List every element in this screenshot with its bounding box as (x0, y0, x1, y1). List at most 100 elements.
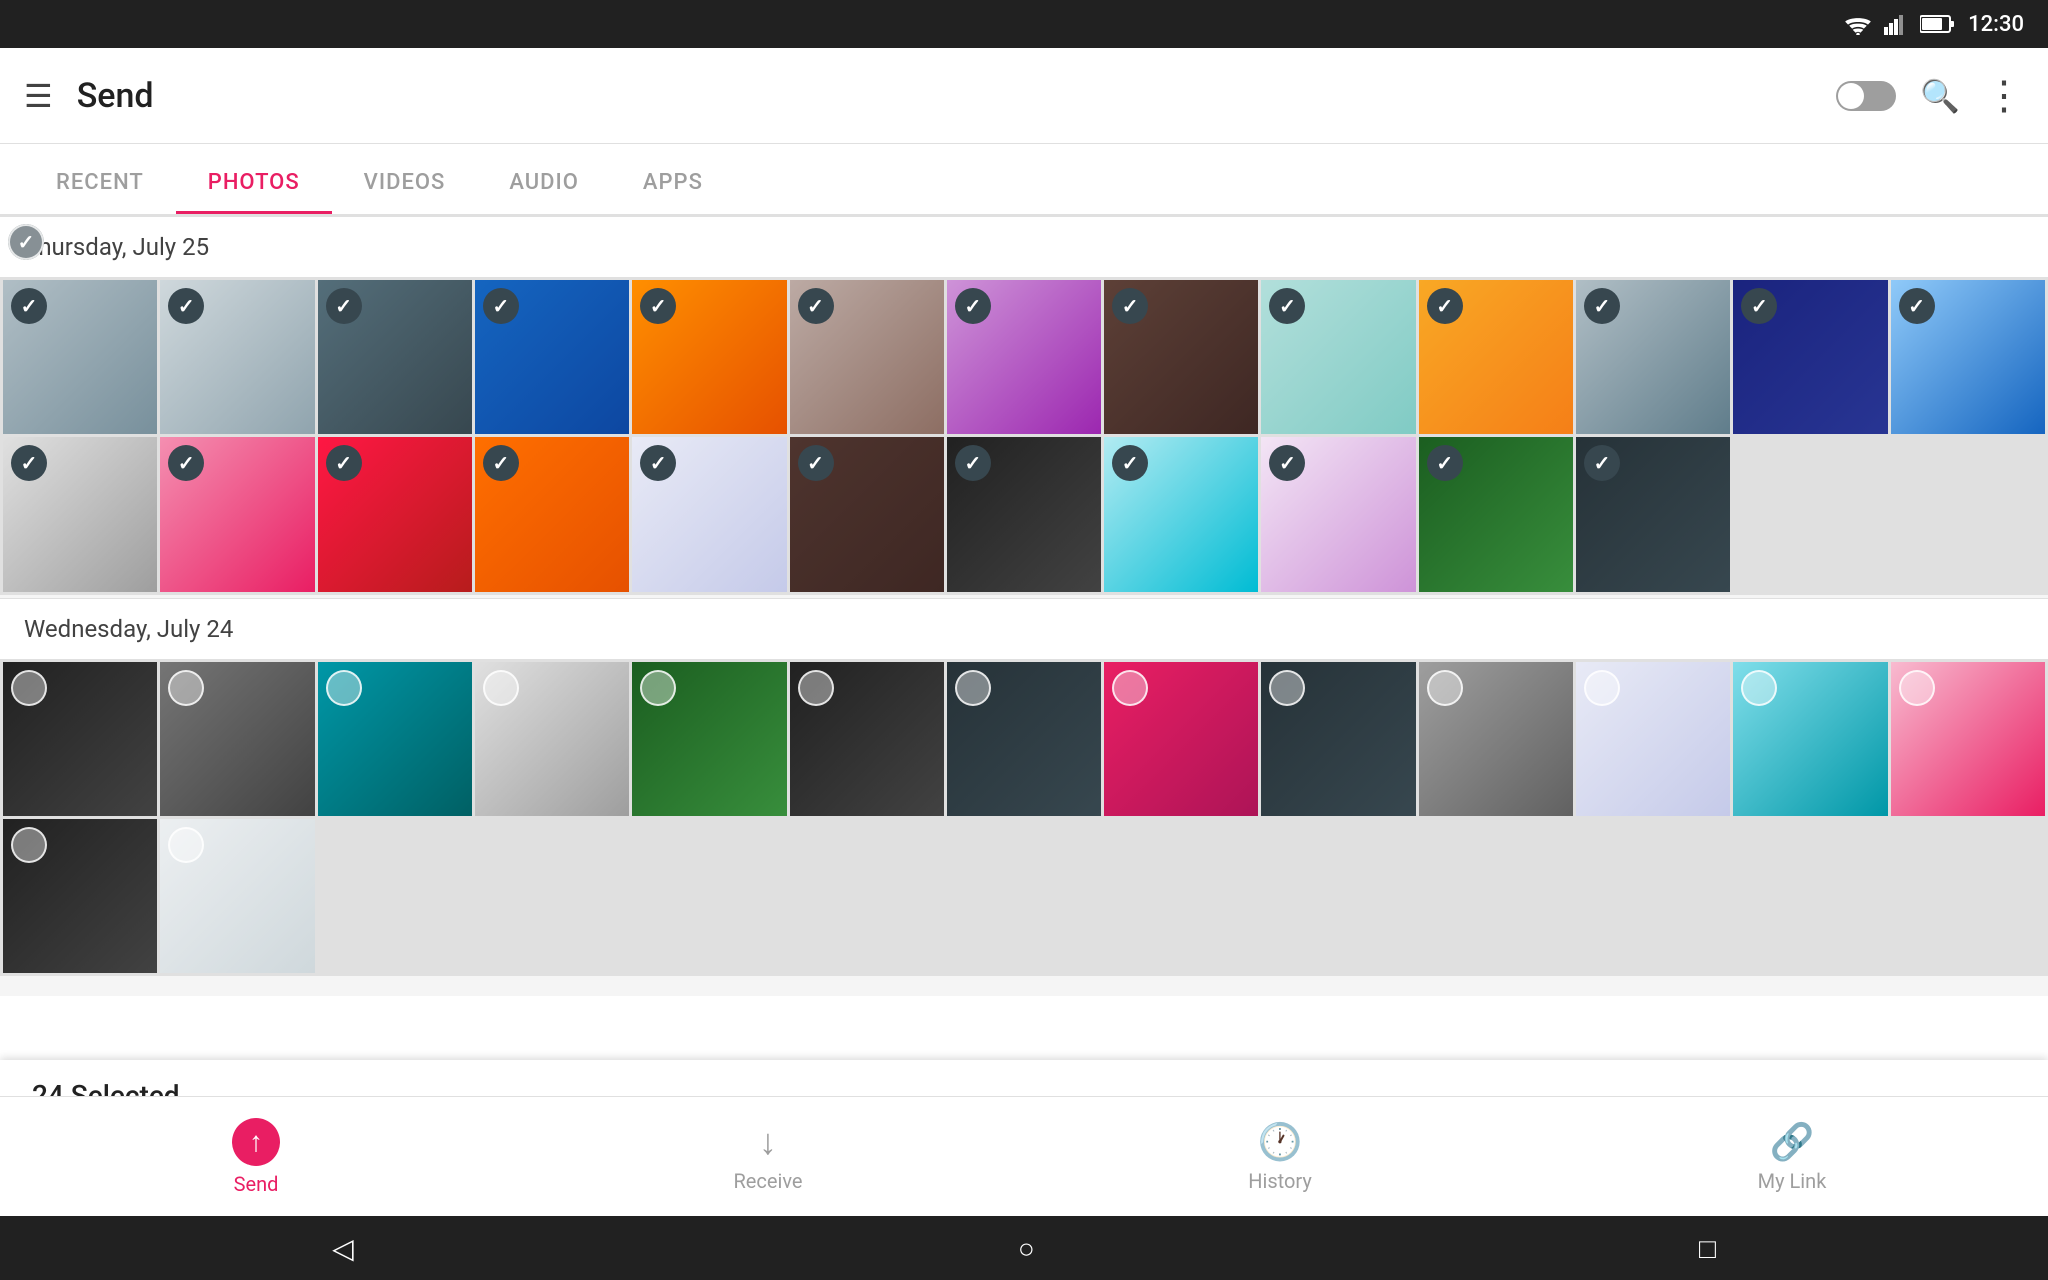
recent-button[interactable]: □ (1699, 1232, 1716, 1265)
photo-checkbox[interactable] (1112, 288, 1148, 324)
photo-checkbox[interactable] (1427, 445, 1463, 481)
photo-cell[interactable] (1261, 437, 1415, 591)
toggle-icon[interactable] (1836, 81, 1896, 111)
tab-recent[interactable]: RECENT (24, 170, 176, 214)
wednesday-header: Wednesday, July 24 (0, 598, 2048, 659)
photo-cell[interactable] (632, 280, 786, 434)
menu-button[interactable]: ☰ (24, 77, 53, 115)
tab-audio[interactable]: AUDIO (477, 170, 611, 214)
photo-cell[interactable] (318, 280, 472, 434)
photo-checkbox[interactable] (483, 670, 519, 706)
photo-checkbox[interactable] (798, 288, 834, 324)
photo-cell[interactable] (1261, 662, 1415, 816)
photo-cell[interactable] (1891, 662, 2045, 816)
photo-cell[interactable] (160, 437, 314, 591)
nav-send[interactable]: ↑ Send (0, 1118, 512, 1196)
photo-checkbox[interactable] (11, 288, 47, 324)
photo-checkbox[interactable] (11, 670, 47, 706)
photo-checkbox[interactable] (326, 288, 362, 324)
app-title: Send (77, 76, 1812, 116)
photo-checkbox[interactable] (1112, 670, 1148, 706)
photo-checkbox[interactable] (483, 288, 519, 324)
photo-checkbox[interactable] (11, 827, 47, 863)
photo-checkbox[interactable] (1899, 670, 1935, 706)
status-icons: 12:30 (1844, 12, 2024, 37)
photo-cell[interactable] (475, 280, 629, 434)
tab-apps[interactable]: APPS (611, 170, 735, 214)
thursday-grid (0, 277, 2048, 595)
photo-cell[interactable] (1419, 662, 1573, 816)
photo-cell[interactable] (160, 819, 314, 973)
photo-checkbox[interactable] (1427, 288, 1463, 324)
photo-checkbox[interactable] (168, 670, 204, 706)
photo-cell[interactable] (790, 437, 944, 591)
photo-cell[interactable] (1419, 437, 1573, 591)
photo-cell[interactable] (947, 437, 1101, 591)
photo-checkbox[interactable] (1584, 670, 1620, 706)
photo-cell[interactable] (475, 437, 629, 591)
thursday-header: Thursday, July 25 (0, 216, 2048, 277)
photo-checkbox[interactable] (640, 670, 676, 706)
tab-videos[interactable]: VIDEOS (332, 170, 478, 214)
tab-photos[interactable]: PHOTOS (176, 170, 332, 214)
send-nav-label: Send (234, 1172, 279, 1196)
system-nav: ◁ ○ □ (0, 1216, 2048, 1280)
nav-history[interactable]: 🕐 History (1024, 1121, 1536, 1193)
photo-cell[interactable] (632, 437, 786, 591)
photo-checkbox[interactable] (168, 827, 204, 863)
photo-checkbox[interactable] (798, 445, 834, 481)
photo-cell[interactable] (3, 280, 157, 434)
photo-checkbox[interactable] (326, 445, 362, 481)
photo-checkbox[interactable] (1741, 670, 1777, 706)
photo-cell[interactable] (1576, 437, 1730, 591)
status-bar: 12:30 (0, 0, 2048, 48)
photo-checkbox[interactable] (1269, 670, 1305, 706)
more-button[interactable]: ⋮ (1984, 72, 2024, 119)
photo-checkbox[interactable] (640, 288, 676, 324)
photo-checkbox[interactable] (955, 288, 991, 324)
photo-cell[interactable] (1419, 280, 1573, 434)
signal-icon (1884, 13, 1908, 35)
photo-cell[interactable] (947, 280, 1101, 434)
photo-checkbox[interactable] (326, 670, 362, 706)
home-button[interactable]: ○ (1018, 1232, 1035, 1265)
photo-cell[interactable] (1891, 280, 2045, 434)
photo-checkbox[interactable] (483, 445, 519, 481)
photo-cell[interactable] (1576, 280, 1730, 434)
search-button[interactable]: 🔍 (1920, 77, 1960, 115)
wednesday-grid (0, 659, 2048, 977)
photo-checkbox[interactable] (1427, 670, 1463, 706)
photo-cell[interactable] (1733, 280, 1887, 434)
nav-mylink[interactable]: 🔗 My Link (1536, 1121, 2048, 1193)
nav-receive[interactable]: ↓ Receive (512, 1121, 1024, 1193)
photo-cell[interactable] (1733, 662, 1887, 816)
photo-cell[interactable] (318, 662, 472, 816)
photo-cell[interactable] (790, 280, 944, 434)
photo-cell[interactable] (1104, 662, 1258, 816)
photo-cell[interactable] (947, 662, 1101, 816)
photo-checkbox[interactable] (955, 670, 991, 706)
photo-checkbox[interactable] (955, 445, 991, 481)
photo-cell[interactable] (475, 662, 629, 816)
photo-cell[interactable] (3, 662, 157, 816)
bottom-nav: ↑ Send ↓ Receive 🕐 History 🔗 My Link (0, 1096, 2048, 1216)
photo-checkbox[interactable] (1584, 288, 1620, 324)
photo-cell[interactable] (790, 662, 944, 816)
back-button[interactable]: ◁ (332, 1232, 354, 1265)
send-nav-icon: ↑ (232, 1118, 280, 1166)
wednesday-select-all[interactable] (8, 224, 44, 260)
photo-cell[interactable] (1576, 662, 1730, 816)
photo-cell[interactable] (1104, 280, 1258, 434)
photo-cell[interactable] (160, 662, 314, 816)
status-time: 12:30 (1968, 12, 2024, 37)
battery-icon (1920, 14, 1956, 34)
photo-cell[interactable] (160, 280, 314, 434)
photo-checkbox[interactable] (798, 670, 834, 706)
photo-cell[interactable] (3, 819, 157, 973)
photo-checkbox[interactable] (1899, 288, 1935, 324)
photo-cell[interactable] (318, 437, 472, 591)
photo-cell[interactable] (1261, 280, 1415, 434)
photo-cell[interactable] (632, 662, 786, 816)
photo-cell[interactable] (1104, 437, 1258, 591)
photo-cell[interactable] (3, 437, 157, 591)
